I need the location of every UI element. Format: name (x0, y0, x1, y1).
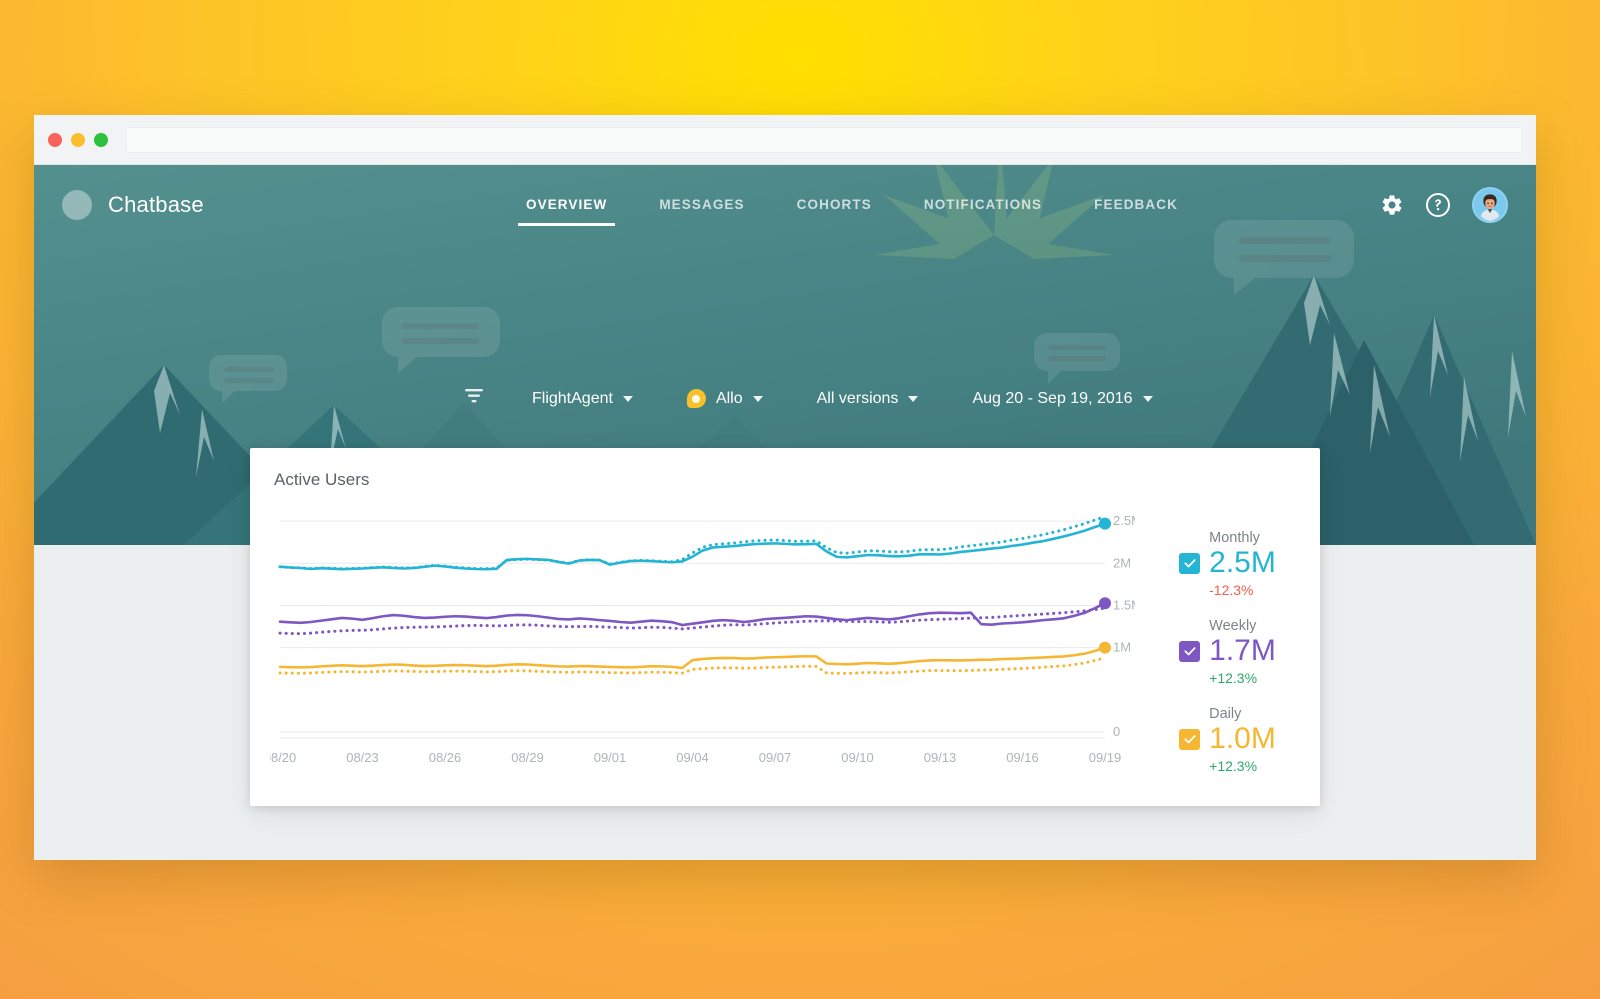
svg-text:0: 0 (1113, 724, 1120, 739)
legend-value: 1.0M (1209, 722, 1276, 755)
legend-value: 1.7M (1209, 634, 1276, 667)
svg-text:09/19: 09/19 (1089, 750, 1122, 765)
svg-text:09/16: 09/16 (1006, 750, 1039, 765)
legend-delta: +12.3% (1209, 670, 1258, 686)
top-navigation-bar: Chatbase OVERVIEW MESSAGES COHORTS NOTIF… (34, 165, 1536, 245)
svg-text:09/13: 09/13 (924, 750, 957, 765)
filter-date-range-label: Aug 20 - Sep 19, 2016 (972, 389, 1133, 407)
close-window-button[interactable] (48, 132, 62, 147)
chart-legend: Monthly 2.5M -12.3% Weekly 1.7M +12.3% D… (1135, 490, 1320, 790)
legend-checkbox-daily[interactable] (1179, 728, 1201, 750)
tab-messages[interactable]: MESSAGES (633, 173, 770, 238)
circle-logo-icon (62, 190, 92, 220)
page-title: Active Users (274, 470, 370, 489)
chart-area: 2.5M 2M 1.5M 1M 0 08/20 08/23 08/26 08/29 09/01 09… (250, 490, 1142, 790)
legend-value: 2.5M (1209, 546, 1276, 579)
brand[interactable]: Chatbase (62, 190, 462, 220)
top-action-icons (1380, 187, 1508, 223)
legend-item-daily: Daily 1.0M +12.3% (1179, 706, 1276, 774)
active-users-card: Active Users 2.5M 2M 1.5M 1M 0 08/20 08/23 08/2… (250, 448, 1320, 806)
svg-text:08/29: 08/29 (511, 750, 544, 765)
svg-text:1M: 1M (1113, 640, 1131, 655)
maximize-window-button[interactable] (94, 132, 108, 147)
tab-notifications[interactable]: NOTIFICATIONS (898, 173, 1068, 238)
gear-icon[interactable] (1380, 193, 1404, 217)
svg-text:09/01: 09/01 (594, 750, 627, 765)
filter-app-label: Allo (715, 389, 743, 407)
filter-agent[interactable]: FlightAgent (532, 390, 633, 408)
tab-feedback[interactable]: FEEDBACK (1068, 173, 1204, 238)
filter-versions[interactable]: All versions (817, 390, 919, 408)
legend-label: Daily (1209, 706, 1242, 722)
svg-text:08/26: 08/26 (429, 750, 462, 765)
legend-label: Weekly (1209, 618, 1257, 634)
svg-text:2.5M: 2.5M (1113, 513, 1135, 528)
filter-date-range[interactable]: Aug 20 - Sep 19, 2016 (972, 389, 1153, 408)
legend-item-weekly: Weekly 1.7M +12.3% (1179, 618, 1276, 686)
tab-cohorts[interactable]: COHORTS (771, 173, 898, 238)
nav-tabs: OVERVIEW MESSAGES COHORTS NOTIFICATIONS … (500, 173, 1380, 238)
filter-bar: FlightAgent Allo All versions Aug 20 - S… (34, 387, 1536, 410)
svg-text:09/04: 09/04 (676, 750, 709, 765)
filter-icon[interactable] (464, 387, 484, 410)
svg-text:09/07: 09/07 (759, 750, 792, 765)
address-bar[interactable] (126, 126, 1522, 153)
minimize-window-button[interactable] (71, 132, 85, 147)
active-users-line-chart: 2.5M 2M 1.5M 1M 0 08/20 08/23 08/26 08/29 09/01 09… (264, 513, 1142, 765)
chevron-down-icon (752, 395, 763, 402)
filter-agent-label: FlightAgent (532, 389, 613, 407)
chevron-down-icon (908, 395, 919, 402)
filter-app[interactable]: Allo (686, 389, 763, 408)
tab-overview[interactable]: OVERVIEW (500, 173, 633, 238)
legend-checkbox-weekly[interactable] (1179, 640, 1201, 662)
chevron-down-icon (622, 395, 633, 402)
avatar[interactable] (1472, 187, 1508, 223)
legend-delta: +12.3% (1209, 758, 1258, 774)
svg-text:08/23: 08/23 (346, 750, 379, 765)
legend-delta: -12.3% (1209, 582, 1254, 598)
traffic-lights (48, 132, 108, 147)
browser-chrome-bar (34, 115, 1536, 165)
legend-item-monthly: Monthly 2.5M -12.3% (1179, 530, 1276, 598)
brand-name: Chatbase (108, 192, 204, 217)
allo-bubble-icon (686, 389, 706, 408)
svg-text:08/20: 08/20 (270, 750, 296, 765)
chevron-down-icon (1142, 395, 1153, 402)
legend-label: Monthly (1209, 530, 1260, 546)
legend-checkbox-monthly[interactable] (1179, 552, 1201, 574)
svg-text:1.5M: 1.5M (1113, 597, 1135, 612)
help-icon[interactable] (1426, 193, 1450, 217)
svg-text:2M: 2M (1113, 555, 1131, 570)
svg-text:09/10: 09/10 (841, 750, 874, 765)
filter-versions-label: All versions (816, 389, 899, 407)
